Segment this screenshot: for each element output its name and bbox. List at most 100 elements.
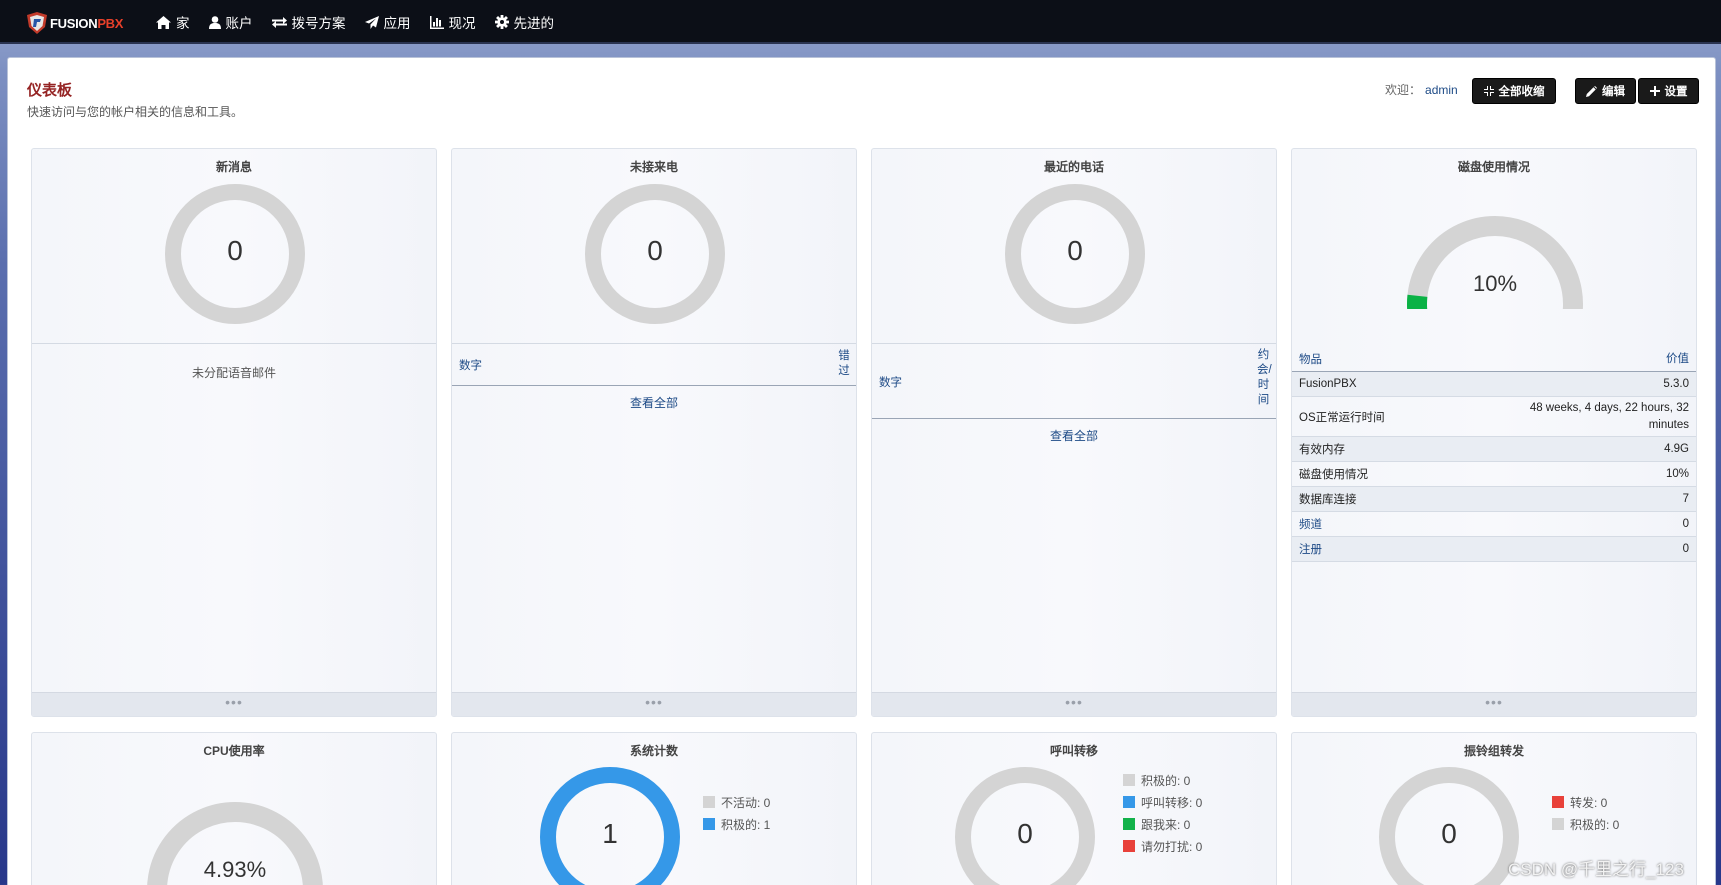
info-value: 10% xyxy=(1665,467,1689,480)
disk-percent: 10% xyxy=(1472,271,1518,296)
collapse-all-label: 全部收缩 xyxy=(1498,86,1545,98)
info-key: 数据库连接 xyxy=(1299,494,1357,506)
logo-shield-icon xyxy=(27,12,47,34)
info-row-channels[interactable]: 频道 0 xyxy=(1292,512,1696,537)
nav-dialplan[interactable]: 拨号方案 xyxy=(271,12,346,32)
widget-title: 呼叫转移 xyxy=(1049,744,1098,758)
nav-dialplan-label: 拨号方案 xyxy=(291,16,346,31)
info-key: OS正常运行时间 xyxy=(1299,411,1385,424)
legend-label: 跟我来: 0 xyxy=(1141,817,1191,832)
edit-label: 编辑 xyxy=(1602,86,1625,98)
info-value: 0 xyxy=(1682,517,1689,530)
widget-new-messages: 新消息 0 未分配语音邮件 ••• xyxy=(31,148,437,717)
widget-divider xyxy=(32,343,436,344)
nav-home-label: 家 xyxy=(176,16,190,31)
info-value: 5.3.0 xyxy=(1663,377,1689,390)
info-table-header: 物品 价值 xyxy=(1292,347,1696,372)
legend-label: 积极的: 1 xyxy=(721,817,771,832)
forward-legend: 积极的: 0 呼叫转移: 0 跟我来: 0 请勿打扰: 0 xyxy=(1123,769,1202,857)
system-info-table: 物品 价值 FusionPBX 5.3.0 OS正常运行时间 48 weeks,… xyxy=(1292,347,1696,562)
legend-label: 请勿打扰: 0 xyxy=(1141,839,1203,854)
col-value: 价值 xyxy=(1666,352,1689,365)
nav-advanced[interactable]: 先进的 xyxy=(494,12,554,32)
legend-active: 积极的: 0 xyxy=(1123,769,1202,791)
user-icon xyxy=(208,15,221,29)
widget-recent-calls: 最近的电话 0 数字 约会/时间 查看全部 ••• xyxy=(871,148,1277,717)
widget-title: CPU使用率 xyxy=(203,744,265,758)
legend-call-forward: 呼叫转移: 0 xyxy=(1123,791,1202,813)
legend-forward: 转发: 0 xyxy=(1552,791,1619,813)
widget-title: 最近的电话 xyxy=(1043,160,1104,174)
paper-plane-icon xyxy=(364,15,379,29)
widget-footer-expand[interactable]: ••• xyxy=(32,692,436,716)
collapse-all-button[interactable]: 全部收缩 xyxy=(1472,78,1556,104)
legend-follow-me: 跟我来: 0 xyxy=(1123,813,1202,835)
channels-link[interactable]: 频道 xyxy=(1299,516,1322,532)
legend-label: 积极的: 0 xyxy=(1570,817,1620,832)
system-legend: 不活动: 0 积极的: 1 xyxy=(703,791,770,835)
legend-swatch xyxy=(703,796,715,808)
page-subtitle: 快速访问与您的帐户相关的信息和工具。 xyxy=(27,105,244,119)
legend-label: 转发: 0 xyxy=(1570,795,1608,810)
nav-status[interactable]: 现况 xyxy=(429,12,476,32)
col-item: 物品 xyxy=(1299,354,1322,366)
ringgroup-count: 0 xyxy=(1441,818,1457,849)
legend-active: 积极的: 0 xyxy=(1552,813,1619,835)
forward-count: 0 xyxy=(1017,818,1033,849)
edit-button[interactable]: 编辑 xyxy=(1575,78,1636,104)
widget-system-counts: 系统计数 1 不活动: 0 积极的: 1 xyxy=(451,732,857,885)
widget-title: 振铃组转发 xyxy=(1463,744,1524,758)
bar-chart-icon xyxy=(429,15,444,29)
widget-cpu-usage: CPU使用率 4.93% xyxy=(31,732,437,885)
widget-title: 未接来电 xyxy=(629,160,678,174)
widget-missed-calls: 未接来电 0 数字 错过 查看全部 ••• xyxy=(451,148,857,717)
missed-count: 0 xyxy=(647,235,663,266)
cpu-percent: 4.93% xyxy=(203,857,267,882)
logo-text: FUSIONPBX xyxy=(50,15,124,31)
widget-footer-expand[interactable]: ••• xyxy=(1292,692,1696,716)
ringgroup-legend: 转发: 0 积极的: 0 xyxy=(1552,791,1619,835)
missed-view-all-link[interactable]: 查看全部 xyxy=(452,394,856,411)
welcome-text: 欢迎： admin xyxy=(1385,81,1458,98)
welcome-label: 欢迎： xyxy=(1385,83,1422,97)
info-value: 0 xyxy=(1682,542,1689,555)
recent-view-all-link[interactable]: 查看全部 xyxy=(872,427,1276,444)
col-missed: 错过 xyxy=(838,350,850,377)
info-key: 有效内存 xyxy=(1299,444,1345,456)
legend-swatch xyxy=(703,818,715,830)
col-number: 数字 xyxy=(879,377,902,389)
legend-swatch xyxy=(1552,796,1564,808)
legend-label: 不活动: 0 xyxy=(721,795,771,810)
col-number: 数字 xyxy=(459,360,482,372)
gear-icon xyxy=(494,15,509,29)
username-link[interactable]: admin xyxy=(1425,83,1458,97)
messages-count: 0 xyxy=(227,235,243,266)
info-value: 4.9G xyxy=(1664,442,1689,455)
widget-footer-expand[interactable]: ••• xyxy=(452,692,856,716)
missed-table-header: 数字 错过 xyxy=(452,344,856,386)
widget-footer-expand[interactable]: ••• xyxy=(872,692,1276,716)
info-value: 7 xyxy=(1682,492,1689,505)
no-voicemail-text: 未分配语音邮件 xyxy=(191,366,276,380)
info-value: 48 weeks, 4 days, 22 hours, 32 minutes xyxy=(1529,401,1689,431)
info-key: FusionPBX xyxy=(1299,378,1357,390)
plus-icon xyxy=(1649,86,1660,96)
nav-apps-label: 应用 xyxy=(383,16,411,31)
recent-count: 0 xyxy=(1067,235,1083,266)
widget-title: 新消息 xyxy=(215,160,252,174)
system-count: 1 xyxy=(602,818,618,849)
info-row-registrations[interactable]: 注册 0 xyxy=(1292,537,1696,562)
widget-call-forward: 呼叫转移 0 积极的: 0 呼叫转移: 0 跟我来: 0 请勿打扰: 0 xyxy=(871,732,1277,885)
nav-accounts[interactable]: 账户 xyxy=(208,12,253,32)
registrations-link[interactable]: 注册 xyxy=(1299,541,1322,557)
widget-disk-usage: 磁盘使用情况 10% 物品 价值 FusionPBX 5.3.0 OS正常运行时… xyxy=(1291,148,1697,717)
nav-home[interactable]: 家 xyxy=(156,12,190,32)
col-datetime: 约会/时间 xyxy=(1257,349,1272,406)
top-navbar: FUSIONPBX 家 账户 拨号方案 应用 现况 先进的 xyxy=(0,0,1721,44)
settings-button[interactable]: 设置 xyxy=(1638,78,1699,104)
fusionpbx-logo[interactable]: FUSIONPBX xyxy=(26,10,123,36)
page-title: 仪表板 xyxy=(27,82,73,99)
nav-apps[interactable]: 应用 xyxy=(364,12,411,32)
main-nav: 家 账户 拨号方案 应用 现况 先进的 xyxy=(156,0,573,44)
pencil-icon xyxy=(1586,85,1597,97)
